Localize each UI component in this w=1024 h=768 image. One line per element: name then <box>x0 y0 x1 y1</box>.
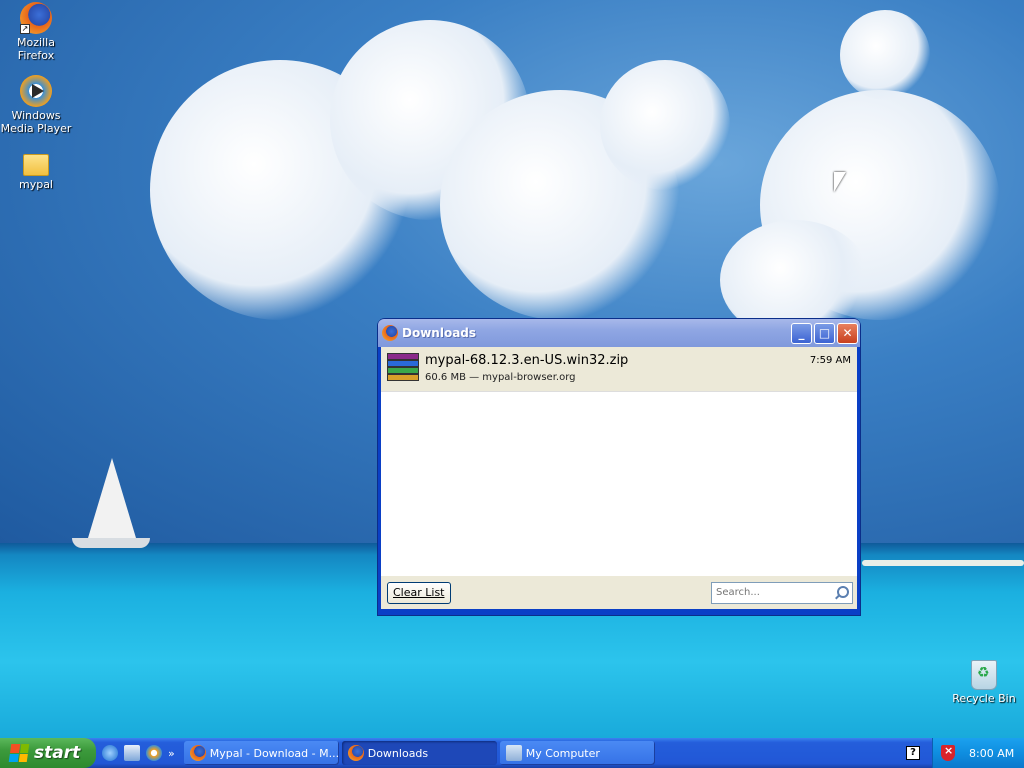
downloads-bottom-bar: Clear List <box>381 576 857 609</box>
internet-explorer-icon[interactable] <box>102 745 118 761</box>
taskbar-button-downloads[interactable]: Downloads <box>341 741 497 765</box>
cloud <box>840 10 930 100</box>
search-icon[interactable] <box>834 585 849 600</box>
download-status: 60.6 MB — mypal-browser.org <box>425 372 576 383</box>
desktop-icon-media-player[interactable]: Windows Media Player <box>0 75 72 135</box>
download-time: 7:59 AM <box>809 355 851 366</box>
show-desktop-icon[interactable] <box>124 745 140 761</box>
taskbar-button-label: My Computer <box>525 746 600 760</box>
mouse-cursor-icon <box>834 172 846 192</box>
taskbar-button-mypal-download[interactable]: Mypal - Download - M... <box>183 741 339 765</box>
winrar-archive-icon <box>387 353 419 381</box>
firefox-icon <box>382 325 398 341</box>
desktop-icon-recycle-bin[interactable]: Recycle Bin <box>948 660 1020 705</box>
download-info: mypal-68.12.3.en-US.win32.zip 60.6 MB — … <box>425 353 810 383</box>
downloads-window: Downloads _ □ ✕ mypal-68.12.3.en-US.win3… <box>378 319 860 615</box>
shortcut-arrow-icon: ↗ <box>20 24 30 34</box>
downloads-list-container: mypal-68.12.3.en-US.win32.zip 60.6 MB — … <box>381 347 857 609</box>
window-titlebar[interactable]: Downloads _ □ ✕ <box>378 319 860 347</box>
clear-list-button[interactable]: Clear List <box>387 581 451 604</box>
media-player-icon <box>20 75 52 107</box>
media-player-icon[interactable] <box>146 745 162 761</box>
maximize-button[interactable]: □ <box>814 322 835 344</box>
download-filename: mypal-68.12.3.en-US.win32.zip <box>425 353 629 368</box>
security-shield-icon[interactable] <box>941 744 955 761</box>
desktop-icon-label: Mozilla Firefox <box>17 36 55 62</box>
quick-launch-more-button[interactable]: » <box>168 747 175 760</box>
taskbar: start » Mypal - Download - M... Download… <box>0 738 1024 768</box>
start-button[interactable]: start <box>0 738 96 768</box>
downloads-list-empty-area <box>381 392 857 576</box>
computer-icon <box>505 745 522 761</box>
desktop-icon-label: Windows Media Player <box>0 109 72 135</box>
system-tray: 8:00 AM <box>932 738 1024 768</box>
help-icon[interactable]: ? <box>906 746 920 760</box>
search-box[interactable] <box>711 581 853 604</box>
sailboat-hull <box>72 538 150 548</box>
folder-icon <box>23 154 49 176</box>
start-label: start <box>34 743 81 763</box>
firefox-icon <box>347 745 364 761</box>
window-title: Downloads <box>402 326 477 340</box>
search-input[interactable] <box>716 587 834 598</box>
quick-launch: » <box>96 738 181 768</box>
windows-flag-icon <box>8 744 30 762</box>
close-button[interactable]: ✕ <box>837 322 858 344</box>
desktop-icon-firefox[interactable]: ↗ Mozilla Firefox <box>0 2 72 62</box>
cloud <box>600 60 730 190</box>
taskbar-button-label: Downloads <box>367 746 429 760</box>
desktop-icon-label: mypal <box>18 178 53 191</box>
recycle-bin-icon <box>971 660 997 690</box>
sailboat-sail <box>88 458 136 538</box>
firefox-icon <box>189 745 206 761</box>
taskbar-button-label: Mypal - Download - M... <box>209 746 339 760</box>
wallpaper-sandbar <box>862 560 1024 566</box>
download-item[interactable]: mypal-68.12.3.en-US.win32.zip 60.6 MB — … <box>381 347 857 392</box>
taskbar-button-my-computer[interactable]: My Computer <box>499 741 655 765</box>
minimize-button[interactable]: _ <box>791 322 812 344</box>
desktop-icon-label: Recycle Bin <box>952 692 1016 705</box>
clock[interactable]: 8:00 AM <box>969 747 1014 760</box>
desktop-icon-mypal[interactable]: mypal <box>0 148 72 191</box>
firefox-icon: ↗ <box>20 2 52 34</box>
